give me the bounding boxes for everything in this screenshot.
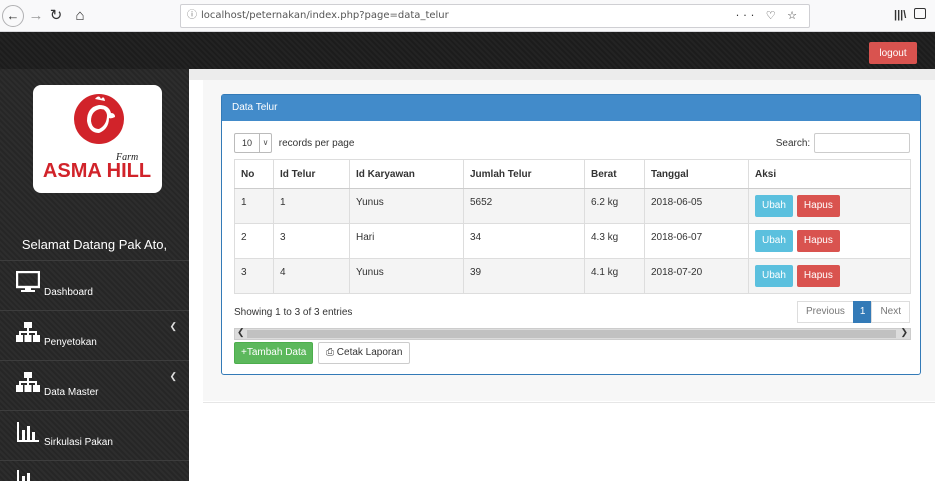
search-input[interactable]: [814, 133, 910, 153]
chevron-left-icon: ❮: [169, 321, 177, 331]
scroll-left-icon[interactable]: ❮: [237, 327, 245, 338]
column-header-id-karyawan[interactable]: Id Karyawan: [349, 159, 464, 189]
sidebar-toggle-icon[interactable]: [914, 8, 926, 19]
table-info: Showing 1 to 3 of 3 entries: [234, 307, 353, 318]
cell-no: 2: [234, 223, 274, 259]
sidebar-item-label: Dashboard: [44, 287, 93, 298]
column-header-id-telur[interactable]: Id Telur: [273, 159, 350, 189]
print-icon: ⎙: [326, 347, 334, 358]
column-header-aksi[interactable]: Aksi: [748, 159, 911, 189]
cell-id-telur: 1: [273, 188, 350, 224]
welcome-text: Selamat Datang Pak Ato,: [21, 237, 168, 252]
sitemap-icon: [16, 372, 40, 392]
reload-icon[interactable]: ↻: [48, 5, 64, 27]
data-table: No Id Telur Id Karyawan Jumlah Telur Ber…: [234, 159, 911, 294]
page-actions-menu[interactable]: ··· ♡ ☆: [736, 5, 801, 27]
home-icon[interactable]: ⌂: [72, 5, 88, 27]
cell-berat: 6.2 kg: [584, 188, 645, 224]
sidebar-item-data-master[interactable]: Data Master ❮: [0, 360, 189, 410]
bar-chart-icon: [17, 470, 30, 481]
column-header-tanggal[interactable]: Tanggal: [644, 159, 749, 189]
column-header-no[interactable]: No: [234, 159, 274, 189]
cell-no: 3: [234, 258, 274, 294]
page-length-select[interactable]: 10 ∨: [234, 133, 272, 153]
info-icon[interactable]: ⓘ: [187, 10, 197, 21]
sidebar-item-sirkulasi-pakan[interactable]: Sirkulasi Pakan: [0, 410, 189, 460]
url-text: localhost/peternakan/index.php?page=data…: [201, 10, 449, 21]
page-length-value: 10: [242, 138, 253, 148]
cell-aksi: Ubah Hapus: [748, 223, 911, 259]
pagination-next[interactable]: Next: [871, 301, 910, 323]
content-strip: [189, 69, 935, 80]
chevron-down-icon: ∨: [259, 134, 271, 152]
sitemap-icon: [16, 322, 40, 342]
search-label: Search:: [775, 137, 811, 149]
cell-id-karyawan: Yunus: [349, 188, 464, 224]
table-header-row: No Id Telur Id Karyawan Jumlah Telur Ber…: [234, 159, 911, 189]
cell-no: 1: [234, 188, 274, 224]
browser-toolbar: ← → ↻ ⌂ ⓘ localhost/peternakan/index.php?…: [0, 0, 935, 32]
panel-title: Data Telur: [222, 95, 920, 121]
delete-button[interactable]: Hapus: [796, 265, 840, 287]
delete-button[interactable]: Hapus: [796, 230, 840, 252]
sidebar-item-label: Data Master: [44, 387, 99, 398]
cell-jumlah-telur: 5652: [463, 188, 585, 224]
cell-id-telur: 4: [273, 258, 350, 294]
logout-button[interactable]: logout: [869, 42, 917, 64]
logo-brand: ASMA HILL: [42, 160, 152, 182]
cell-aksi: Ubah Hapus: [748, 258, 911, 294]
edit-button[interactable]: Ubah: [755, 195, 793, 217]
chevron-left-icon: ❮: [169, 371, 177, 381]
address-bar[interactable]: ⓘ localhost/peternakan/index.php?page=dat…: [180, 4, 810, 28]
sidebar-item-label: Sirkulasi Pakan: [44, 437, 113, 448]
app-topbar: [0, 32, 935, 69]
delete-button[interactable]: Hapus: [796, 195, 840, 217]
print-report-button[interactable]: ⎙ Cetak Laporan: [318, 342, 411, 364]
cell-id-telur: 3: [273, 223, 350, 259]
data-telur-panel: Data Telur 10 ∨ records per page Search:…: [221, 94, 921, 375]
logo: Farm ASMA HILL: [33, 85, 162, 193]
table-row: 1 1 Yunus 5652 6.2 kg 2018-06-05 Ubah Hap…: [234, 188, 911, 224]
sidebar-item-label: Penyetokan: [44, 337, 97, 348]
table-row: 2 3 Hari 34 4.3 kg 2018-06-07 Ubah Hapus: [234, 223, 911, 259]
table-row: 3 4 Yunus 39 4.1 kg 2018-07-20 Ubah Hapus: [234, 258, 911, 294]
pagination: Previous 1 Next: [796, 301, 910, 323]
pagination-previous[interactable]: Previous: [796, 301, 854, 323]
back-arrow-icon[interactable]: ←: [2, 5, 24, 27]
cell-berat: 4.3 kg: [584, 223, 645, 259]
pagination-page-1[interactable]: 1: [852, 301, 873, 323]
cell-tanggal: 2018-07-20: [644, 258, 749, 294]
library-icon[interactable]: |||\: [894, 9, 906, 21]
cell-tanggal: 2018-06-07: [644, 223, 749, 259]
scroll-right-icon[interactable]: ❯: [900, 327, 908, 338]
horizontal-scrollbar[interactable]: ❮ ❯: [234, 327, 911, 340]
cell-jumlah-telur: 34: [463, 223, 585, 259]
sidebar-item-penyetokan[interactable]: Penyetokan ❮: [0, 310, 189, 360]
sidebar-item-dashboard[interactable]: Dashboard: [0, 260, 189, 310]
sidebar-item-partial[interactable]: [0, 460, 189, 481]
column-header-jumlah-telur[interactable]: Jumlah Telur: [463, 159, 585, 189]
edit-button[interactable]: Ubah: [755, 230, 793, 252]
print-report-label: Cetak Laporan: [336, 347, 403, 358]
forward-arrow-icon[interactable]: →: [28, 5, 44, 27]
add-data-button[interactable]: +Tambah Data: [234, 342, 314, 364]
cell-id-karyawan: Hari: [349, 223, 464, 259]
chicken-logo-icon: [74, 94, 124, 144]
column-header-berat[interactable]: Berat: [584, 159, 645, 189]
page-length-label: records per page: [278, 137, 355, 149]
cell-berat: 4.1 kg: [584, 258, 645, 294]
divider: [203, 402, 935, 403]
sidebar: Farm ASMA HILL Selamat Datang Pak Ato, D…: [0, 69, 189, 481]
scrollbar-thumb[interactable]: [247, 330, 896, 338]
cell-jumlah-telur: 39: [463, 258, 585, 294]
cell-aksi: Ubah Hapus: [748, 188, 911, 224]
monitor-icon: [16, 271, 40, 292]
bar-chart-icon: [17, 422, 39, 442]
cell-id-karyawan: Yunus: [349, 258, 464, 294]
edit-button[interactable]: Ubah: [755, 265, 793, 287]
cell-tanggal: 2018-06-05: [644, 188, 749, 224]
search-control: Search:: [776, 133, 910, 153]
page-length-control: 10 ∨ records per page: [234, 133, 354, 153]
